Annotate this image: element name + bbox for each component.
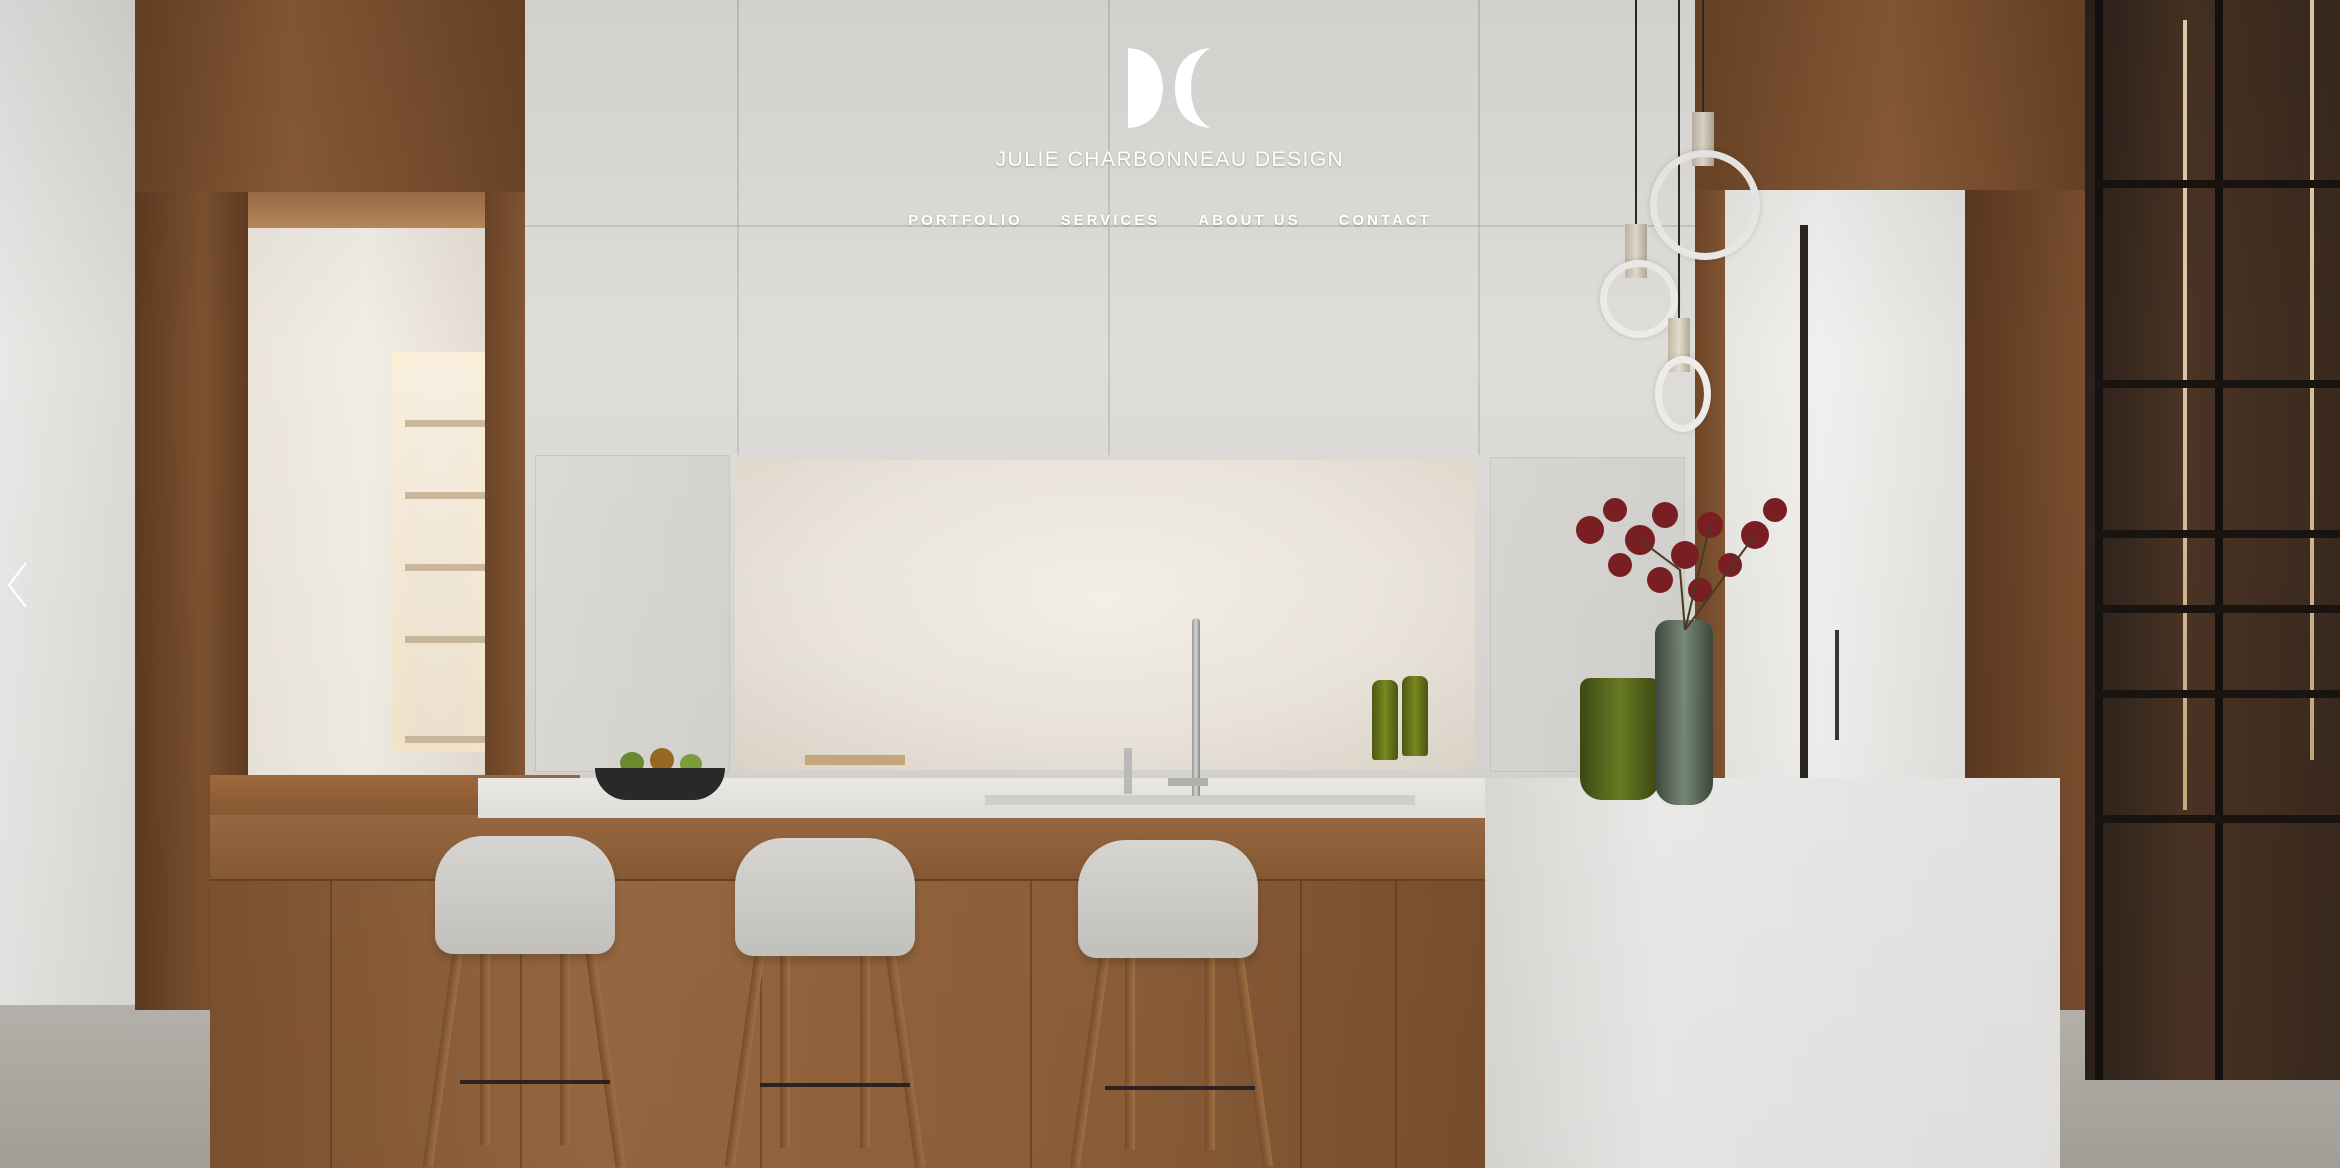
pendant-wire	[1702, 0, 1704, 112]
nav-item-about-us[interactable]: ABOUT US	[1198, 212, 1300, 229]
lit-backsplash	[735, 460, 1475, 770]
pendant-wire	[1635, 0, 1637, 225]
island-slat	[330, 880, 332, 1168]
cabinet-shelf	[2095, 605, 2340, 613]
orchid-flowers	[1576, 498, 1787, 630]
green-vase	[1580, 678, 1660, 800]
stool-footrest	[760, 1083, 910, 1087]
cabinet-shelf	[2095, 690, 2340, 698]
island-slat	[1395, 880, 1397, 1168]
marble-cabinet-left	[535, 455, 730, 772]
slider-prev-button[interactable]	[4, 560, 32, 610]
cabinet-shelf	[2095, 815, 2340, 823]
stool-leg	[860, 948, 870, 1148]
pendant-ring-light	[1655, 356, 1711, 432]
olive-oil-bottle	[1402, 676, 1428, 756]
stool-leg	[780, 948, 790, 1148]
brand-name[interactable]: JULIE CHARBONNEAU DESIGN	[0, 148, 2340, 172]
cabinet-shelf	[2095, 530, 2340, 538]
niche-shelf	[405, 564, 485, 571]
stool-leg	[1205, 950, 1215, 1150]
door-handle	[1835, 630, 1839, 740]
bar-stool	[435, 836, 615, 954]
olive-oil-bottle	[1372, 680, 1398, 760]
faucet-base	[1168, 778, 1208, 786]
niche-shelf	[405, 492, 485, 499]
faucet	[1192, 618, 1200, 796]
chevron-left-icon	[7, 562, 27, 608]
wood-jamb-left	[485, 192, 525, 782]
cutting-board	[805, 755, 905, 765]
cabinet-shelf	[2095, 380, 2340, 388]
pendant-ring-light	[1600, 260, 1678, 338]
stool-footrest	[1105, 1086, 1255, 1090]
marble-waterfall-counter	[1485, 778, 2060, 1168]
bar-stool	[1078, 840, 1258, 958]
nav-item-portfolio[interactable]: PORTFOLIO	[908, 212, 1023, 229]
cabinet-shelf	[2095, 180, 2340, 188]
niche-shelf	[405, 636, 485, 643]
dc-monogram-icon	[1128, 48, 1210, 128]
fruit-bowl	[595, 768, 725, 800]
sink	[985, 795, 1415, 805]
nav-item-contact[interactable]: CONTACT	[1339, 212, 1432, 229]
niche-shelf	[405, 420, 485, 427]
island-slat	[1300, 880, 1302, 1168]
stool-footrest	[460, 1080, 610, 1084]
stool-leg	[480, 945, 490, 1145]
stool-leg	[1125, 950, 1135, 1150]
lit-niche	[392, 352, 485, 752]
niche-shelf	[405, 736, 485, 743]
main-nav: PORTFOLIO SERVICES ABOUT US CONTACT	[0, 212, 2340, 229]
hero-stage: JULIE CHARBONNEAU DESIGN PORTFOLIO SERVI…	[0, 0, 2340, 1168]
island-slat	[1030, 880, 1032, 1168]
bar-stool	[735, 838, 915, 956]
soap-dispenser	[1124, 748, 1132, 794]
glass-vase	[1655, 620, 1713, 805]
nav-item-services[interactable]: SERVICES	[1061, 212, 1161, 229]
stool-leg	[560, 945, 570, 1145]
